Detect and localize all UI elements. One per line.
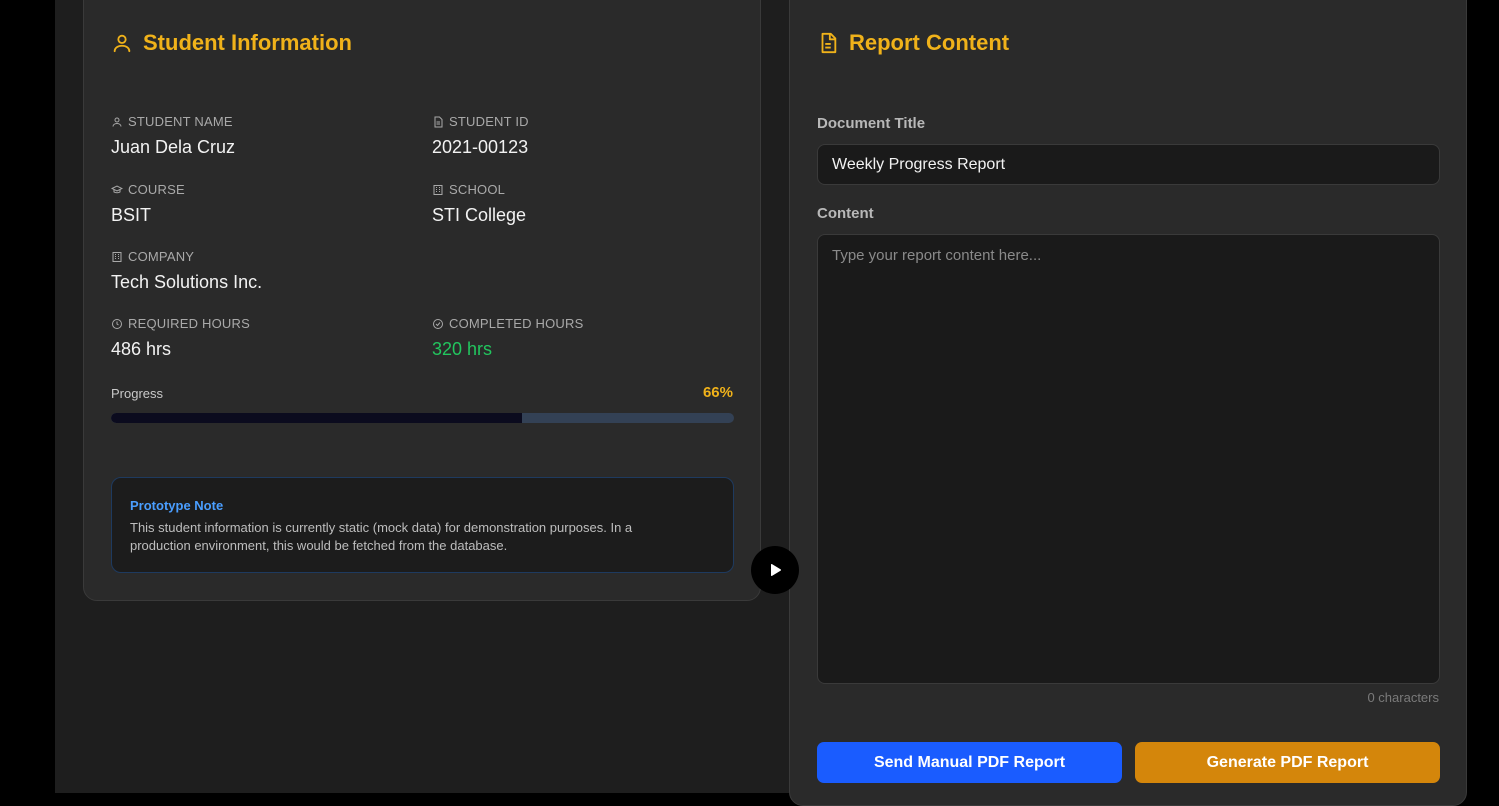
- content-label: Content: [817, 205, 874, 222]
- generate-pdf-report-button[interactable]: Generate PDF Report: [1135, 742, 1440, 783]
- play-icon: [771, 564, 781, 576]
- user-icon: [113, 34, 131, 53]
- company-label: COMPANY: [128, 249, 195, 264]
- report-content-card: Report Content Document Title Content 0 …: [789, 0, 1467, 806]
- document-title-label: Document Title: [817, 115, 926, 132]
- student-information-header: Student Information: [111, 30, 352, 56]
- check-circle-icon: [433, 318, 443, 329]
- document-icon: [434, 116, 443, 127]
- course-label: COURSE: [128, 182, 185, 197]
- clock-icon: [112, 318, 122, 329]
- school-label: SCHOOL: [449, 182, 506, 197]
- document-icon: [821, 32, 837, 54]
- course-value: BSIT: [111, 205, 152, 225]
- progress-percent: 66%: [702, 384, 733, 401]
- panel-toggle-button[interactable]: [751, 546, 799, 594]
- user-icon: [112, 117, 122, 127]
- school-value: STI College: [432, 205, 527, 225]
- send-manual-pdf-report-button[interactable]: Send Manual PDF Report: [817, 742, 1122, 783]
- completed-hours-value: 320 hrs: [432, 339, 493, 359]
- progress-bar-fill: [111, 413, 523, 423]
- field-required-hours: REQUIRED HOURS 486 hrs: [111, 316, 250, 360]
- report-content-title: Report Content: [849, 30, 1010, 55]
- progress-bar: [111, 413, 734, 423]
- company-value: Tech Solutions Inc.: [111, 272, 263, 292]
- field-student-name: STUDENT NAME Juan Dela Cruz: [111, 114, 235, 158]
- prototype-note-title: Prototype Note: [130, 498, 224, 513]
- progress-label: Progress: [111, 386, 164, 401]
- student-name-value: Juan Dela Cruz: [111, 137, 236, 157]
- prototype-note: Prototype Note This student information …: [111, 477, 734, 573]
- field-company: COMPANY Tech Solutions Inc.: [111, 249, 262, 293]
- graduation-cap-icon: [111, 184, 123, 193]
- required-hours-value: 486 hrs: [111, 339, 172, 359]
- building-icon: [112, 251, 122, 262]
- student-id-value: 2021-00123: [432, 137, 529, 157]
- required-hours-label: REQUIRED HOURS: [128, 316, 250, 331]
- character-count: 0 characters: [1367, 690, 1439, 705]
- content-textarea[interactable]: [817, 234, 1440, 684]
- field-course: COURSE BSIT: [111, 182, 185, 226]
- building-icon: [433, 184, 443, 195]
- student-name-label: STUDENT NAME: [128, 114, 233, 129]
- field-school: SCHOOL STI College: [432, 182, 526, 226]
- student-id-label: STUDENT ID: [449, 114, 529, 129]
- student-information-card: Student Information STUDENT NAME Juan De…: [83, 0, 761, 601]
- document-title-input[interactable]: [817, 144, 1440, 185]
- prototype-note-body: This student information is currently st…: [130, 520, 633, 553]
- field-completed-hours: COMPLETED HOURS 320 hrs: [432, 316, 583, 360]
- report-content-header: Report Content: [817, 30, 1009, 56]
- field-student-id: STUDENT ID 2021-00123: [432, 114, 529, 158]
- completed-hours-label: COMPLETED HOURS: [449, 316, 584, 331]
- student-information-title: Student Information: [143, 30, 352, 55]
